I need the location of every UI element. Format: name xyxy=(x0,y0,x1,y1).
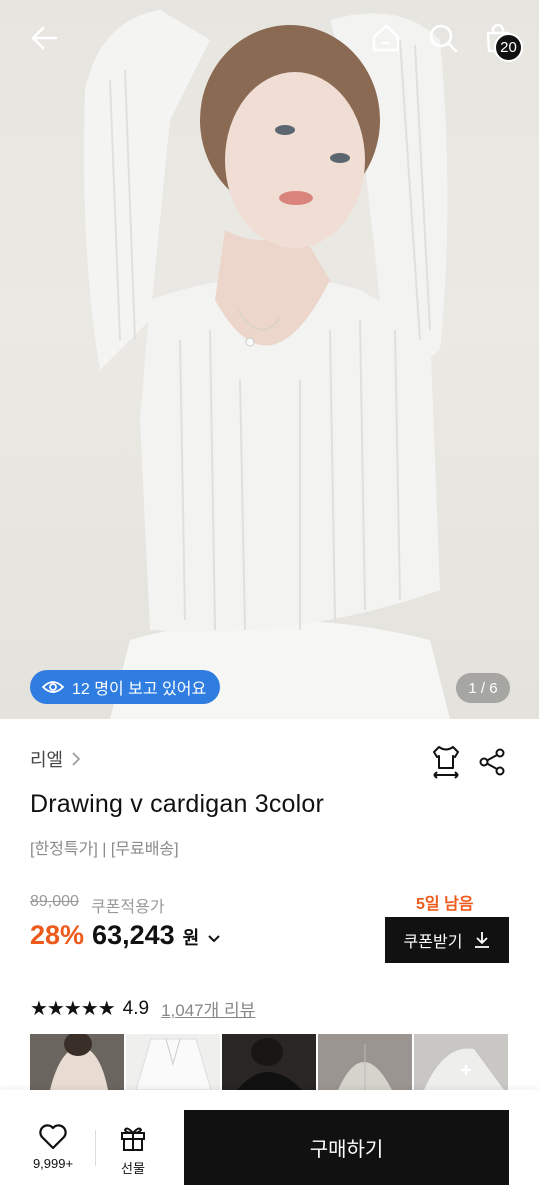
rating-row[interactable]: ★★★★★ 4.9 1,047개 리뷰 xyxy=(30,996,255,1021)
chevron-down-icon xyxy=(208,935,220,943)
review-photo-strip[interactable] xyxy=(30,1034,509,1090)
back-arrow-icon xyxy=(31,26,58,50)
gift-button[interactable]: 선물 xyxy=(104,1124,162,1178)
review-photo[interactable] xyxy=(222,1034,316,1090)
review-photo-more[interactable] xyxy=(414,1034,508,1090)
review-photo[interactable] xyxy=(30,1034,124,1090)
share-icon xyxy=(479,748,505,776)
brand-name: 리엘 xyxy=(30,750,64,770)
original-price: 89,000 xyxy=(30,893,79,910)
coupon-button-label: 쿠폰받기 xyxy=(403,934,463,951)
buy-button[interactable]: 구매하기 xyxy=(184,1110,509,1185)
share-button[interactable] xyxy=(474,744,510,780)
viewers-badge: 12 명이 보고 있어요 xyxy=(30,670,221,704)
image-pager: 1 / 6 xyxy=(456,673,510,703)
product-photo xyxy=(84,10,450,719)
cart-count-badge: 20 xyxy=(494,33,523,62)
chevron-right-icon xyxy=(72,752,81,766)
like-button[interactable]: 9,999+ xyxy=(20,1124,86,1178)
review-count-link[interactable]: 1,047개 리뷰 xyxy=(161,996,255,1021)
shirt-size-icon xyxy=(433,746,459,779)
download-icon xyxy=(475,932,490,948)
size-guide-button[interactable] xyxy=(428,742,464,782)
eye-icon xyxy=(42,681,64,693)
original-price-row: 89,000 쿠폰적용가 xyxy=(30,893,165,917)
review-photo[interactable] xyxy=(318,1034,412,1090)
home-button[interactable] xyxy=(366,18,406,58)
heart-icon xyxy=(39,1124,67,1150)
search-icon xyxy=(429,24,458,53)
back-button[interactable] xyxy=(24,18,64,58)
review-photo[interactable] xyxy=(126,1034,220,1090)
currency: 원 xyxy=(182,928,200,948)
coupon-price-label: 쿠폰적용가 xyxy=(90,899,165,916)
home-icon xyxy=(372,24,400,52)
search-button[interactable] xyxy=(423,18,463,58)
rating-value: 4.9 xyxy=(122,997,150,1019)
brand-link[interactable]: 리엘 xyxy=(30,746,81,772)
like-count: 9,999+ xyxy=(32,1156,74,1171)
price-row[interactable]: 28% 63,243 원 xyxy=(30,920,221,951)
viewers-text: 12 명이 보고 있어요 xyxy=(72,681,207,698)
gift-icon xyxy=(121,1127,145,1151)
days-left: 5일 남음 xyxy=(416,896,474,913)
product-image-carousel[interactable]: 20 12 명이 보고 있어요 1 / 6 xyxy=(0,0,539,719)
divider xyxy=(95,1130,96,1166)
star-rating-icon: ★★★★★ xyxy=(30,998,116,1020)
get-coupon-button[interactable]: 쿠폰받기 xyxy=(385,917,509,963)
gift-label: 선물 xyxy=(121,1161,145,1176)
product-title: Drawing v cardigan 3color xyxy=(30,790,325,818)
discount-rate: 28% xyxy=(30,920,85,950)
product-tags: [한정특가] | [무료배송] xyxy=(30,841,179,858)
sale-price: 63,243 xyxy=(92,920,175,950)
